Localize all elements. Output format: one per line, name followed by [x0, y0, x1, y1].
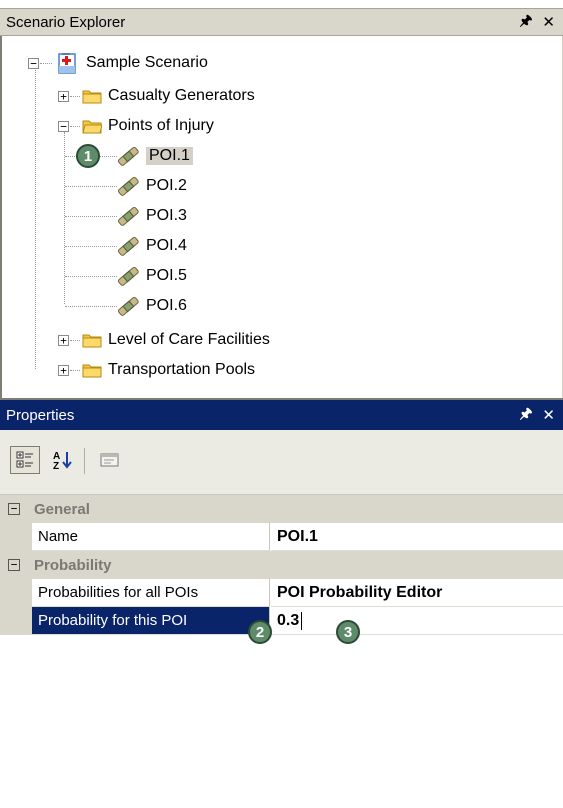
bandage-icon	[117, 296, 139, 316]
row-gutter	[0, 607, 32, 635]
svg-text:Z: Z	[53, 461, 59, 471]
property-pages-icon	[100, 453, 119, 467]
text-caret	[301, 611, 303, 630]
properties-toolbar: A Z	[0, 430, 563, 494]
property-value[interactable]: POI.1	[271, 523, 563, 551]
property-row-all-pois[interactable]: Probabilities for all POIs POI Probabili…	[0, 579, 563, 607]
close-icon[interactable]: ✕	[542, 13, 555, 31]
properties-titlebar: Properties 🖈 ✕	[0, 400, 563, 430]
tree-node-label: POI.1	[146, 147, 193, 165]
property-value[interactable]: POI Probability Editor	[271, 579, 563, 607]
tree-node-poi-5[interactable]: POI.5	[116, 263, 187, 289]
bandage-icon	[117, 266, 139, 286]
tree-node-poi-1[interactable]: POI.1	[116, 143, 193, 169]
property-pages-button[interactable]	[96, 446, 124, 474]
tree-node-label: POI.5	[146, 267, 187, 284]
row-gutter	[0, 579, 32, 607]
tree-node-sample-scenario[interactable]: Sample Scenario	[56, 50, 208, 76]
scenario-explorer-titlebar: Scenario Explorer 🖈 ✕	[0, 8, 563, 36]
collapse-probability-icon[interactable]: −	[8, 559, 20, 571]
tree-node-poi-3[interactable]: POI.3	[116, 203, 187, 229]
tree-node-label: Transportation Pools	[108, 361, 256, 378]
category-label: General	[34, 500, 90, 518]
callout-badge-3: 3	[336, 620, 360, 644]
scenario-explorer-title: Scenario Explorer	[6, 13, 126, 31]
tree-node-label: Level of Care Facilities	[108, 331, 270, 348]
expand-casualty-toggle[interactable]: +	[58, 91, 69, 102]
expand-transport-toggle[interactable]: +	[58, 365, 69, 376]
expand-loc-toggle[interactable]: +	[58, 335, 69, 346]
toolbar-separator	[84, 448, 85, 474]
categorized-button[interactable]	[10, 446, 40, 474]
properties-title: Properties	[6, 406, 75, 424]
open-folder-icon	[82, 120, 102, 134]
category-label: Probability	[34, 556, 112, 574]
close-icon[interactable]: ✕	[542, 406, 555, 424]
scenario-document-icon	[58, 53, 76, 74]
tree-node-label: POI.2	[146, 177, 187, 194]
categorized-icon	[16, 451, 33, 468]
tree-node-label: Casualty Generators	[108, 87, 255, 104]
folder-icon	[82, 90, 102, 104]
alphabetical-sort-icon: A Z	[53, 451, 72, 471]
tree-node-casualty-generators[interactable]: Casualty Generators	[82, 83, 255, 109]
folder-icon	[82, 334, 102, 348]
row-gutter	[0, 523, 32, 551]
probability-value: 0.3	[277, 611, 300, 629]
tree-node-label: POI.3	[146, 207, 187, 224]
callout-badge-1: 1	[76, 144, 100, 168]
tree-node-poi-2[interactable]: POI.2	[116, 173, 187, 199]
bandage-icon	[117, 236, 139, 256]
pin-icon[interactable]: 🖈	[519, 10, 532, 34]
tree-node-transportation-pools[interactable]: Transportation Pools	[82, 357, 255, 383]
property-row-name[interactable]: Name POI.1	[0, 523, 563, 551]
tree-node-points-of-injury[interactable]: Points of Injury	[82, 113, 214, 139]
bandage-icon	[117, 176, 139, 196]
tree-node-label: POI.6	[146, 297, 187, 314]
root-collapse-toggle[interactable]: −	[28, 58, 39, 69]
collapse-poi-toggle[interactable]: −	[58, 121, 69, 132]
tree-node-label: Points of Injury	[108, 117, 214, 134]
category-general[interactable]: − General	[0, 495, 563, 523]
bandage-icon	[117, 146, 139, 166]
property-name: Probabilities for all POIs	[32, 579, 270, 607]
probability-input[interactable]: 0.3	[271, 607, 563, 635]
callout-badge-2: 2	[248, 620, 272, 644]
property-row-this-poi[interactable]: Probability for this POI 0.3	[0, 607, 563, 635]
tree-node-poi-4[interactable]: POI.4	[116, 233, 187, 259]
tree-node-level-of-care-facilities[interactable]: Level of Care Facilities	[82, 327, 270, 353]
property-name: Probability for this POI	[32, 607, 270, 635]
category-probability[interactable]: − Probability	[0, 551, 563, 579]
scenario-tree: − Sample Scenario + Casualty Generators …	[0, 36, 563, 400]
property-grid: − General Name POI.1 − Probability Proba…	[0, 494, 563, 635]
tree-node-label: Sample Scenario	[86, 54, 208, 71]
folder-icon	[82, 364, 102, 378]
alphabetical-button[interactable]: A Z	[48, 446, 76, 474]
tree-node-label: POI.4	[146, 237, 187, 254]
pin-icon[interactable]: 🖈	[519, 403, 532, 427]
collapse-general-icon[interactable]: −	[8, 503, 20, 515]
property-name: Name	[32, 523, 270, 551]
tree-node-poi-6[interactable]: POI.6	[116, 293, 187, 319]
bandage-icon	[117, 206, 139, 226]
